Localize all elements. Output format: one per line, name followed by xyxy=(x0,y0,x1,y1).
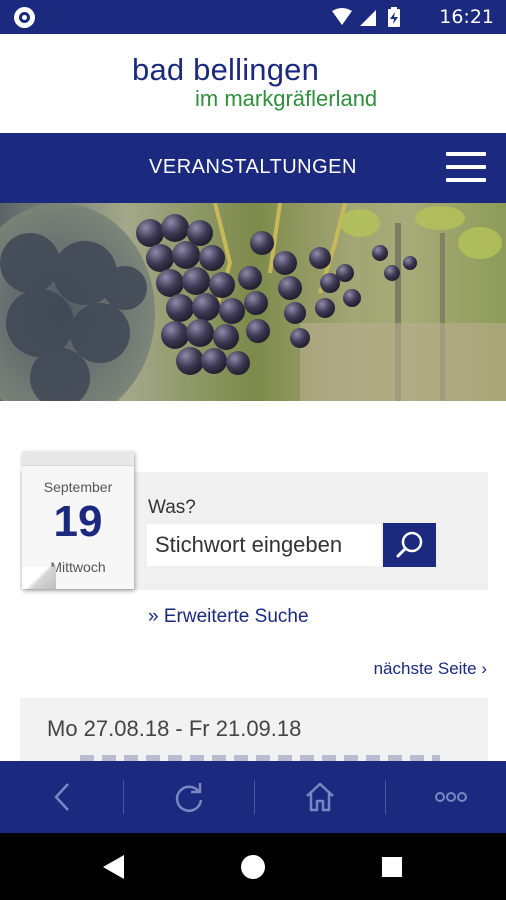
android-back-button[interactable] xyxy=(74,833,154,900)
hamburger-menu-icon[interactable] xyxy=(446,152,486,184)
back-button[interactable] xyxy=(0,761,126,833)
calendar-month: September xyxy=(43,479,113,495)
search-label: Was? xyxy=(148,497,196,518)
status-icons xyxy=(332,7,400,27)
event-card[interactable]: Mo 27.08.18 - Fr 21.09.18 xyxy=(20,698,488,761)
android-nav-bar xyxy=(0,833,506,900)
more-button[interactable] xyxy=(388,761,506,833)
android-recents-button[interactable] xyxy=(352,833,432,900)
page-curl xyxy=(22,567,56,589)
home-button[interactable] xyxy=(257,761,383,833)
back-icon xyxy=(54,783,69,811)
search-input[interactable] xyxy=(147,524,381,566)
toolbar-divider xyxy=(123,780,124,814)
logo-title: bad bellingen xyxy=(132,52,320,87)
more-icon xyxy=(435,792,467,802)
recents-square-icon xyxy=(382,856,402,877)
reload-button[interactable] xyxy=(126,761,252,833)
toolbar-divider xyxy=(385,780,386,814)
calendar-day: 19 xyxy=(53,497,103,546)
nav-bar: VERANSTALTUNGEN xyxy=(0,133,506,203)
signal-icon xyxy=(360,10,376,26)
event-date-range: Mo 27.08.18 - Fr 21.09.18 xyxy=(47,716,302,741)
logo-subtitle: im markgräflerland xyxy=(195,86,378,111)
search-button[interactable] xyxy=(383,523,436,567)
notification-icon xyxy=(14,7,35,28)
next-page-link[interactable]: nächste Seite › xyxy=(374,659,487,679)
date-calendar[interactable]: September 19 Mittwoch xyxy=(22,451,134,589)
grapes-image xyxy=(0,203,506,401)
status-bar: 16:21 xyxy=(0,0,506,34)
search-icon xyxy=(396,531,423,558)
clock: 16:21 xyxy=(439,6,494,28)
home-circle-icon xyxy=(241,854,265,879)
hero-image xyxy=(0,203,506,401)
battery-charging-icon xyxy=(388,7,400,27)
logo-header[interactable]: bad bellingen im markgräflerland xyxy=(0,34,506,133)
page-title: VERANSTALTUNGEN xyxy=(149,156,357,178)
reload-icon xyxy=(175,783,203,812)
back-triangle-icon xyxy=(103,854,124,879)
wifi-icon xyxy=(332,8,352,25)
bottom-toolbar xyxy=(0,761,506,833)
android-home-button[interactable] xyxy=(213,833,293,900)
toolbar-divider xyxy=(254,780,255,814)
advanced-search-link[interactable]: » Erweiterte Suche xyxy=(148,606,309,628)
home-icon xyxy=(306,782,334,812)
